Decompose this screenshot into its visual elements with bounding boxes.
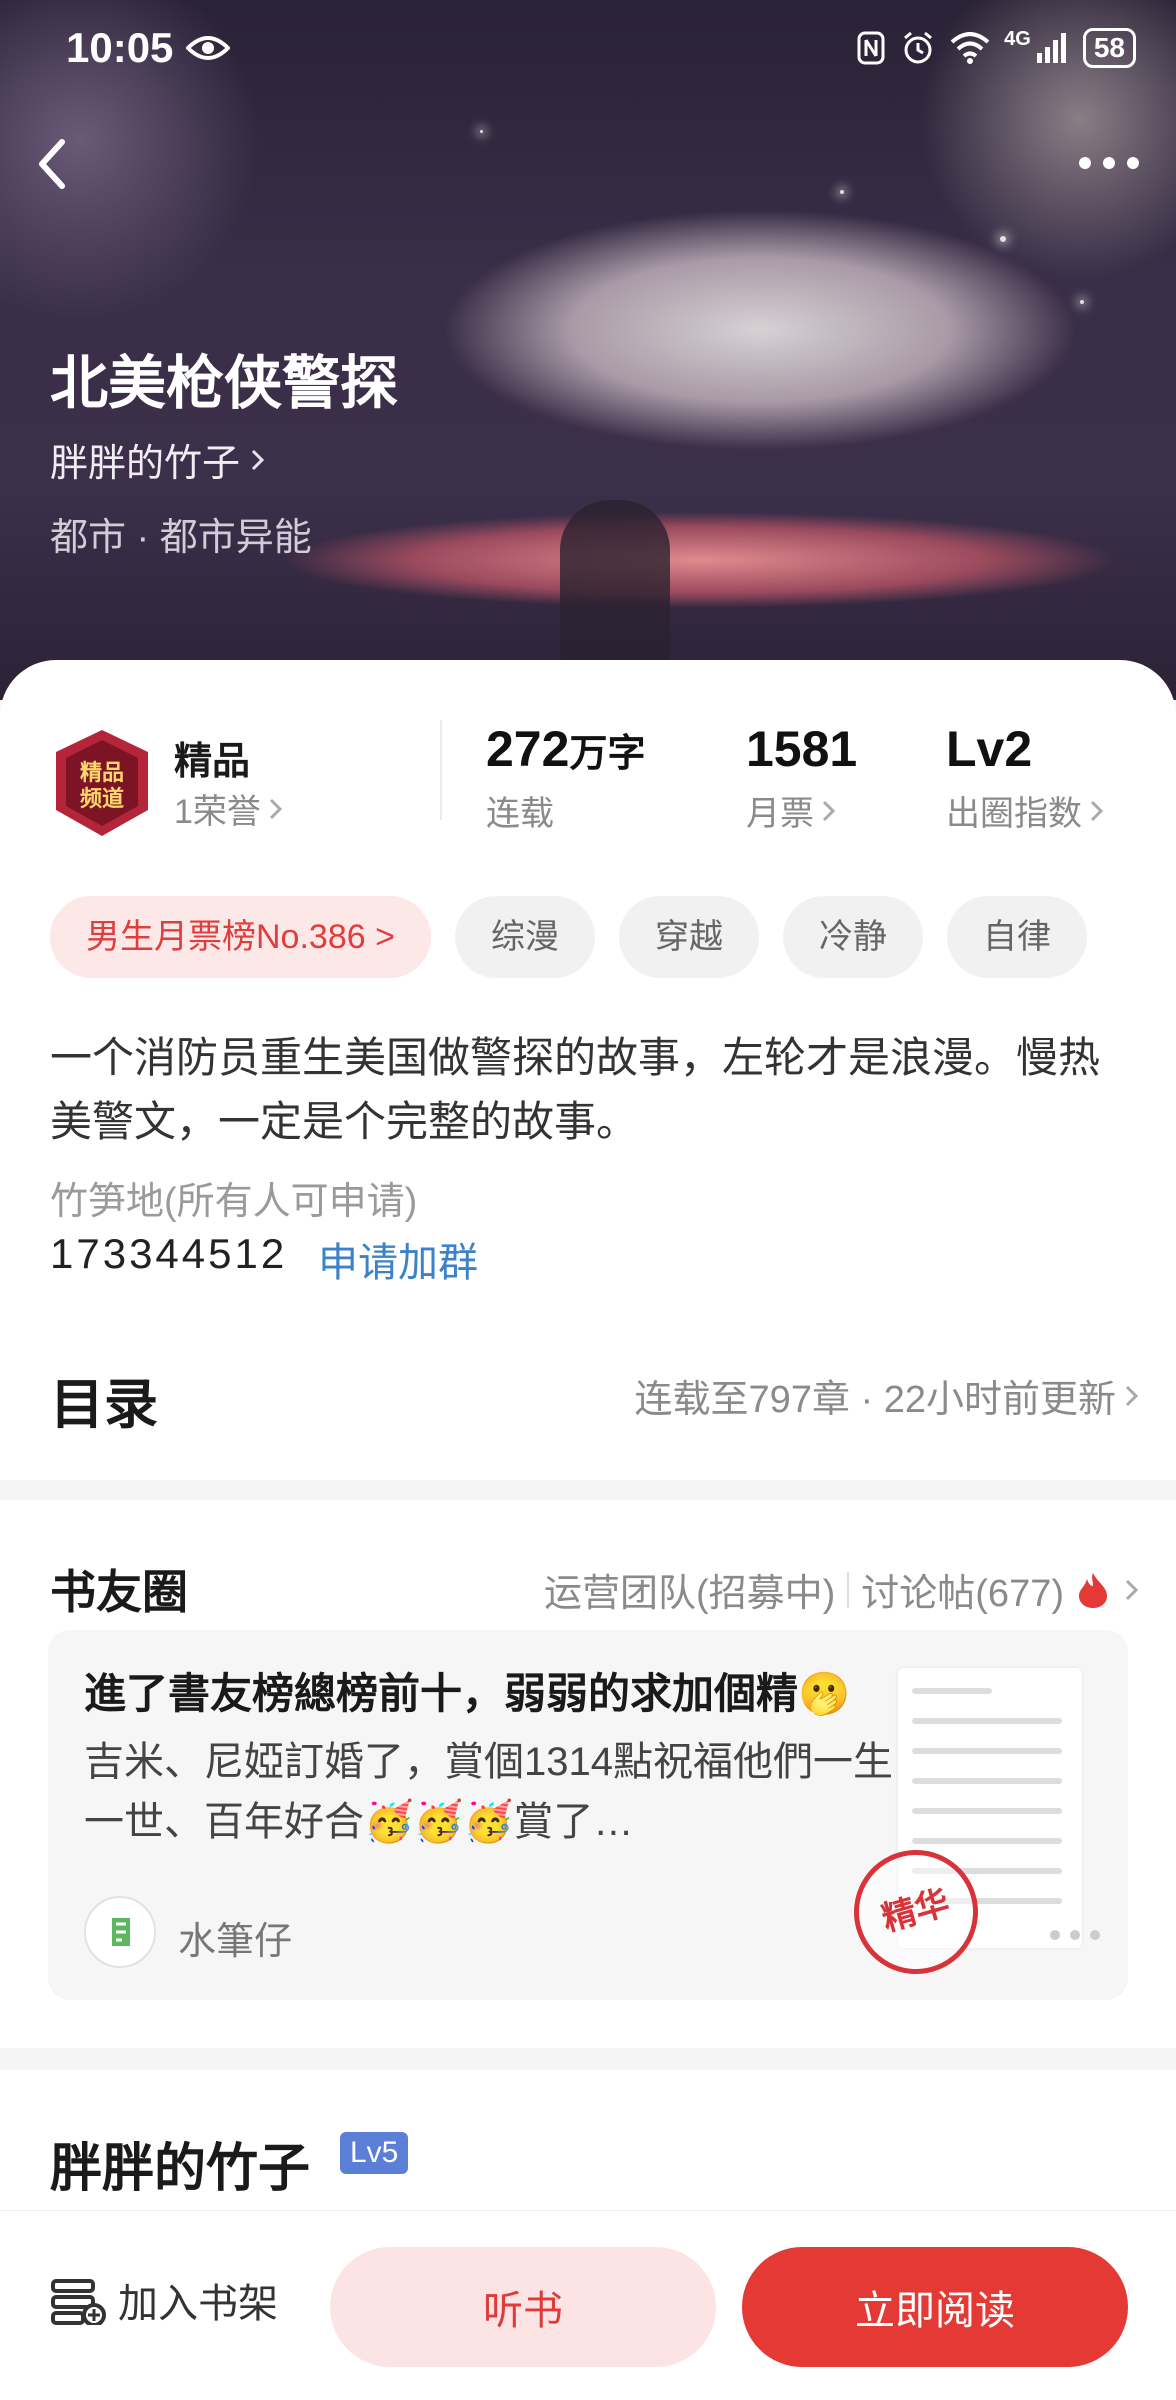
book-circle-section: 书友圈 运营团队(招募中) 讨论帖(677) 進了書友榜總榜前十，弱弱的求加個精… [0, 1500, 1176, 2048]
fan-group-number: 173344512 [50, 1230, 288, 1277]
book-title: 北美枪侠警探 [50, 351, 399, 416]
svg-text:精品: 精品 [80, 760, 124, 786]
toc-status: 连载至797章 · 22小时前更新 [634, 1379, 1116, 1421]
read-now-button[interactable]: 立即阅读 [742, 2247, 1128, 2367]
post-author: 水筆仔 [178, 1921, 293, 1963]
status-icons: 4G 58 [856, 28, 1136, 68]
more-icon[interactable] [1078, 156, 1140, 170]
star-decoration [840, 190, 844, 194]
star-decoration [1000, 236, 1006, 242]
listen-button[interactable]: 听书 [330, 2247, 716, 2367]
network-type: 4G [1004, 28, 1031, 50]
bottom-action-bar: 加入书架 听书 立即阅读 [0, 2210, 1176, 2400]
battery-indicator: 58 [1082, 28, 1136, 68]
chevron-right-icon [269, 798, 283, 819]
author-name: 胖胖的竹子 [50, 443, 241, 485]
chevron-right-icon [251, 449, 265, 470]
bookshelf-add-icon [51, 2279, 106, 2325]
honor-link[interactable]: 1荣誉 [174, 784, 285, 833]
monthly-votes-stat[interactable]: 1581 月票 [746, 720, 857, 835]
monthly-votes: 1581 [746, 721, 858, 777]
back-icon[interactable] [32, 134, 72, 194]
monthly-votes-label: 月票 [746, 795, 814, 833]
tag-chip[interactable]: 穿越 [618, 896, 759, 978]
chevron-right-icon [1125, 1385, 1139, 1406]
status-bar: 10:05 4G 58 [0, 0, 1176, 100]
book-detail-sheet: 精品 频道 精品 1荣誉 272万字 连载 1581 月票 Lv2 出圈指数 男… [0, 660, 1176, 1480]
stats-divider [440, 720, 442, 820]
user-avatar-icon [112, 1918, 130, 1946]
status-time: 10:05 [66, 24, 174, 71]
thumb-line [912, 1688, 992, 1694]
featured-post-card[interactable]: 進了書友榜總榜前十，弱弱的求加個精🫢 吉米、尼婭訂婚了，賞個1314點祝福他們一… [48, 1630, 1128, 2000]
post-body: 吉米、尼婭訂婚了，賞個1314點祝福他們一生一世、百年好合🥳🥳🥳賞了… [84, 1740, 893, 1844]
book-genre: 都市 · 都市异能 [50, 517, 312, 559]
star-decoration [480, 130, 483, 133]
chevron-right-icon [1125, 1579, 1139, 1600]
author-link[interactable]: 胖胖的竹子 [50, 432, 268, 487]
word-count-stat: 272万字 连载 [486, 720, 645, 835]
word-count: 272 [486, 721, 570, 777]
star-decoration [1080, 300, 1084, 304]
toc-title[interactable]: 目录 [50, 1360, 158, 1439]
quality-label: 精品 [174, 741, 251, 783]
nfc-icon [857, 31, 885, 65]
svg-text:频道: 频道 [80, 786, 124, 812]
tag-chip[interactable]: 自律 [946, 896, 1087, 978]
author-section: 胖胖的竹子 Lv5 [0, 2070, 1176, 2210]
join-group-link[interactable]: 申请加群 [318, 1230, 478, 1288]
book-circle-title[interactable]: 书友圈 [50, 1556, 188, 1622]
avatar [84, 1896, 156, 1968]
signal-icon [1036, 33, 1066, 63]
influence-index-stat[interactable]: Lv2 出圈指数 [946, 720, 1106, 835]
tag-chip[interactable]: 冷静 [782, 896, 923, 978]
honor-count: 1荣誉 [174, 793, 261, 831]
operation-team-link[interactable]: 运营团队(招募中) [544, 1562, 835, 1617]
word-unit: 万字 [569, 733, 646, 775]
premium-channel-badge-icon: 精品 频道 [56, 730, 148, 836]
eye-icon [186, 36, 230, 60]
discussion-count-link[interactable]: 讨论帖(677) [861, 1562, 1064, 1617]
add-to-shelf-button[interactable]: 加入书架 [50, 2271, 278, 2329]
influence-level: Lv2 [946, 721, 1033, 777]
thumb-line [912, 1718, 1062, 1724]
book-circle-meta: 运营团队(招募中) 讨论帖(677) [544, 1562, 1142, 1617]
add-to-shelf-label: 加入书架 [118, 2282, 278, 2326]
author-section-name[interactable]: 胖胖的竹子 [50, 2126, 310, 2201]
tag-chip[interactable]: 综漫 [454, 896, 595, 978]
wifi-icon [950, 32, 990, 64]
fan-group-name: 竹笋地(所有人可申请) [50, 1181, 418, 1223]
toc-status-link[interactable]: 连载至797章 · 22小时前更新 [635, 1368, 1142, 1423]
chevron-right-icon [822, 800, 836, 821]
chevron-right-icon [1090, 800, 1104, 821]
author-level-badge: Lv5 [340, 2132, 409, 2174]
thumb-line [912, 1778, 1062, 1784]
rank-tag[interactable]: 男生月票榜No.386 > [50, 896, 431, 978]
thumb-line [912, 1808, 1062, 1814]
tag-list: 男生月票榜No.386 > 综漫 穿越 冷静 自律 [50, 896, 1087, 978]
separator [847, 1571, 850, 1608]
post-title: 進了書友榜總榜前十，弱弱的求加個精🫢 [84, 1670, 851, 1717]
thumb-line [912, 1748, 1062, 1754]
thumb-line [912, 1838, 1062, 1844]
book-description: 一个消防员重生美国做警探的故事，左轮才是浪漫。慢热美警文，一定是个完整的故事。 [50, 1034, 1101, 1145]
influence-label: 出圈指数 [946, 795, 1082, 833]
flame-icon [1079, 1572, 1107, 1608]
alarm-icon [904, 31, 933, 64]
serial-status: 连载 [486, 795, 554, 833]
carousel-dots [1050, 1930, 1100, 1940]
